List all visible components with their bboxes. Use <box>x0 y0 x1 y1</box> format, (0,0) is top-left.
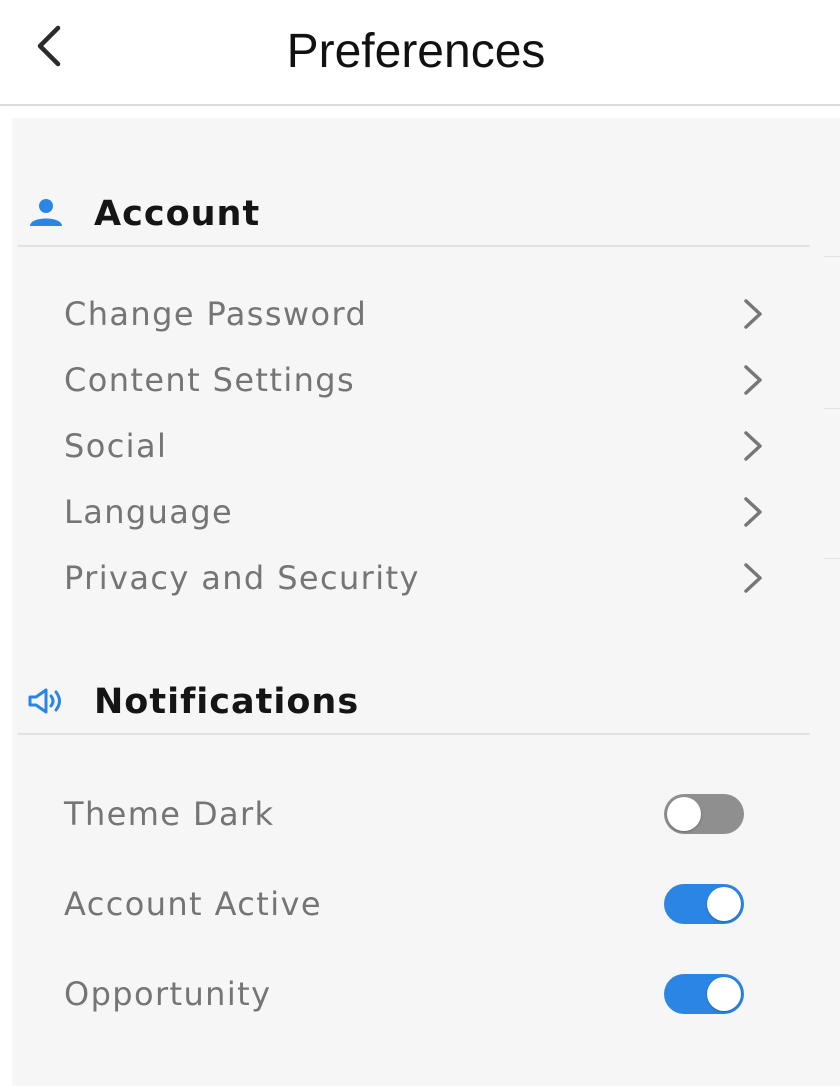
account-section-title: Account <box>94 194 261 234</box>
social-item[interactable]: Social <box>52 418 772 474</box>
theme-dark-label: Theme Dark <box>64 795 275 833</box>
toggle-knob <box>667 797 701 831</box>
privacy-security-item[interactable]: Privacy and Security <box>52 550 772 606</box>
chevron-right-icon <box>744 431 762 461</box>
opportunity-toggle[interactable] <box>664 974 744 1014</box>
speaker-icon <box>28 688 61 714</box>
change-password-label: Change Password <box>64 295 368 333</box>
notifications-divider <box>18 733 810 735</box>
notifications-section-title: Notifications <box>94 682 360 722</box>
notifications-section-header: Notifications <box>18 672 808 732</box>
account-divider <box>18 245 810 247</box>
account-active-row: Account Active <box>52 874 772 934</box>
content-settings-item[interactable]: Content Settings <box>52 352 772 408</box>
theme-dark-toggle[interactable] <box>664 794 744 834</box>
change-password-item[interactable]: Change Password <box>52 286 772 342</box>
theme-dark-row: Theme Dark <box>52 784 772 844</box>
settings-panel: Account Change Password Content Settings… <box>12 118 840 1086</box>
background-divider <box>824 408 840 409</box>
preferences-screen: Preferences Account Change Password Cont… <box>0 0 840 1086</box>
opportunity-row: Opportunity <box>52 964 772 1024</box>
toggle-knob <box>707 887 741 921</box>
content-settings-label: Content Settings <box>64 361 356 399</box>
chevron-right-icon <box>744 497 762 527</box>
top-bar: Preferences <box>0 0 840 106</box>
chevron-right-icon <box>744 299 762 329</box>
opportunity-label: Opportunity <box>64 975 272 1013</box>
chevron-right-icon <box>744 365 762 395</box>
social-label: Social <box>64 427 168 465</box>
background-divider <box>824 256 840 257</box>
account-active-toggle[interactable] <box>664 884 744 924</box>
chevron-right-icon <box>744 563 762 593</box>
privacy-security-label: Privacy and Security <box>64 559 420 597</box>
account-active-label: Account Active <box>64 885 322 923</box>
language-label: Language <box>64 493 234 531</box>
page-title: Preferences <box>286 25 546 78</box>
background-divider <box>824 558 840 559</box>
user-icon <box>30 199 62 226</box>
language-item[interactable]: Language <box>52 484 772 540</box>
toggle-knob <box>707 977 741 1011</box>
account-section-header: Account <box>18 184 808 244</box>
